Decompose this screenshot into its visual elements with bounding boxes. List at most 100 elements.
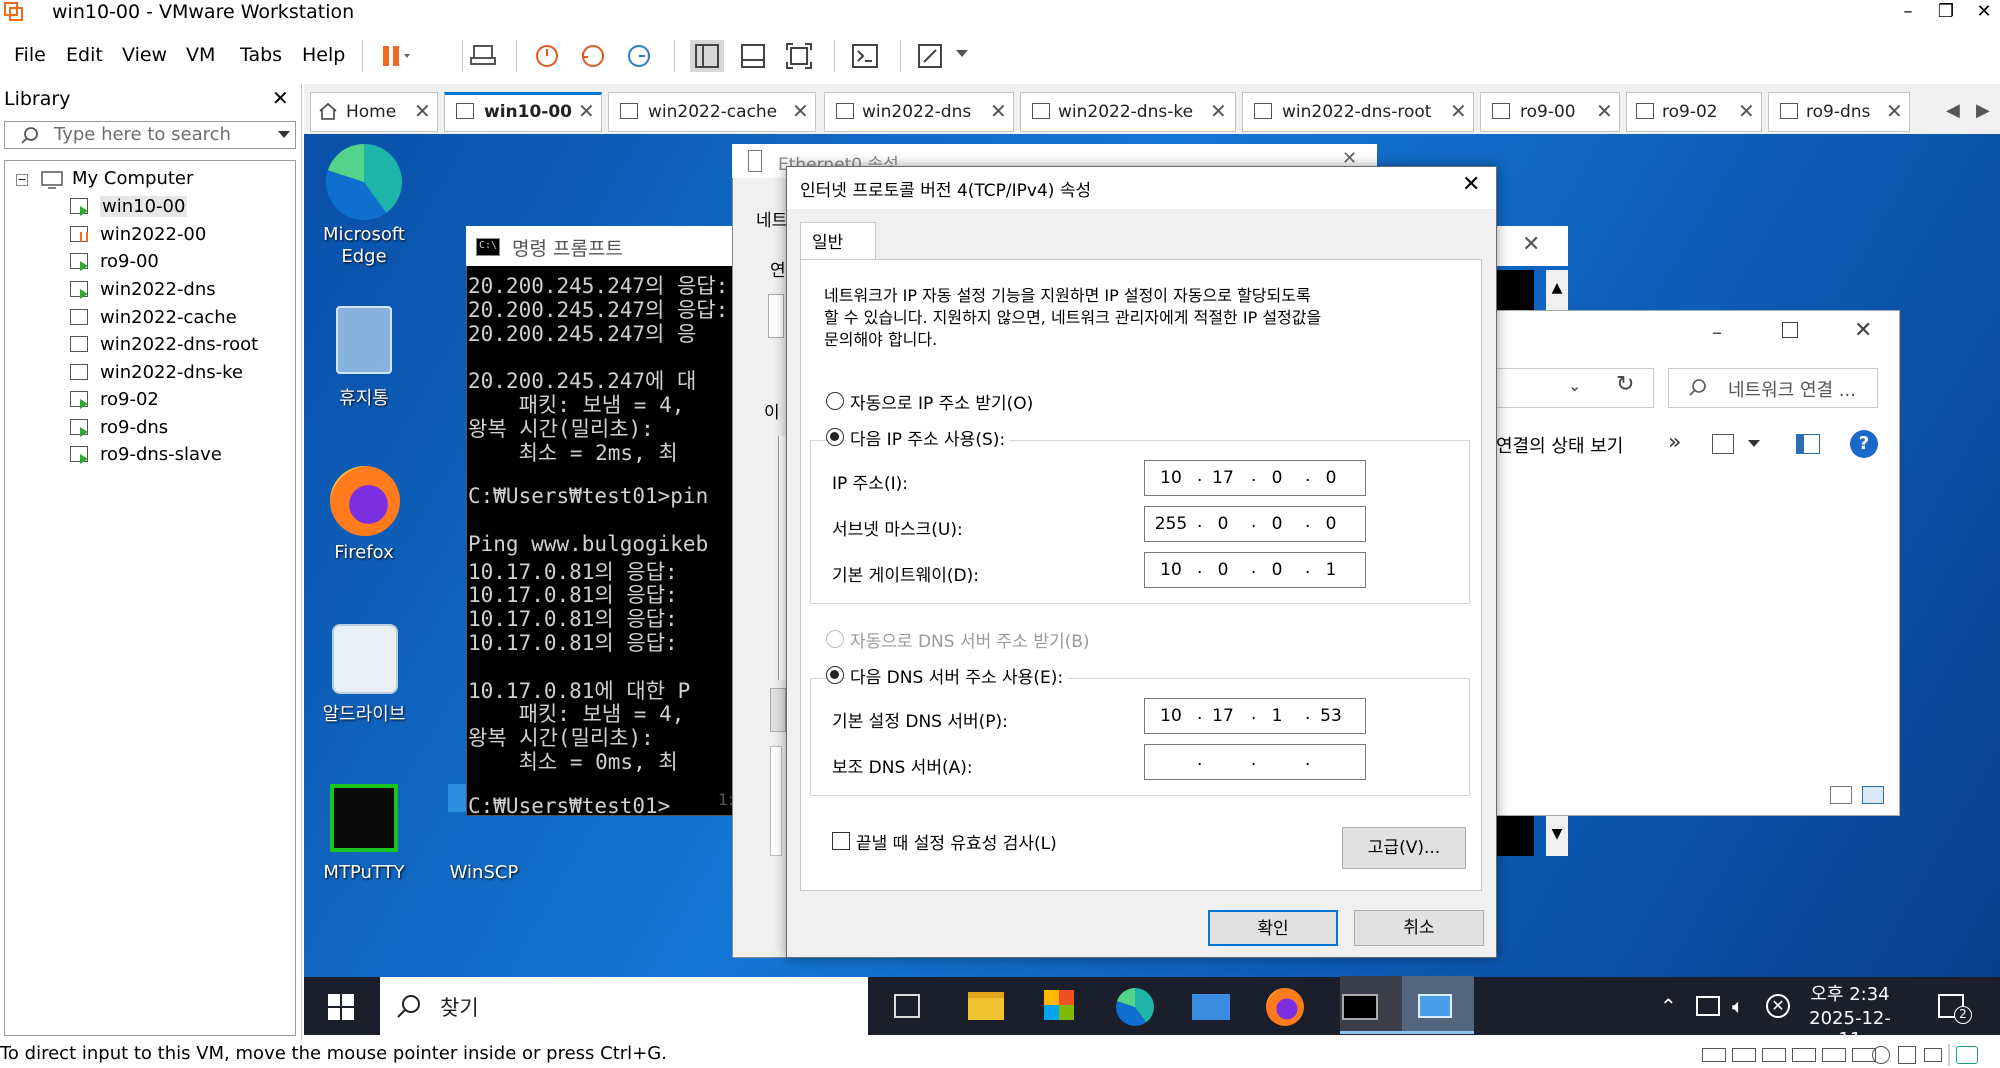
network-tray-icon[interactable] [1696, 996, 1720, 1016]
details-view-icon[interactable] [1830, 786, 1852, 804]
cmd-close-button[interactable]: ✕ [1522, 232, 1540, 257]
radio-auto-ip[interactable] [826, 392, 844, 410]
menu-view[interactable]: View [122, 44, 167, 66]
address-dropdown-icon[interactable]: ⌄ [1568, 376, 1581, 395]
explorer-maximize-button[interactable] [1782, 322, 1798, 338]
network-adapter-status-icon[interactable] [1792, 1048, 1816, 1062]
eth-tab-networking[interactable]: 네트 [756, 206, 787, 231]
tree-item-win2022-dns-root[interactable]: win2022-dns-root [100, 334, 258, 355]
mail-icon[interactable] [1192, 994, 1230, 1020]
tree-item-win2022-dns-ke[interactable]: win2022-dns-ke [100, 362, 243, 383]
explorer-close-button[interactable]: ✕ [1854, 318, 1872, 343]
winscp-icon[interactable] [448, 784, 468, 812]
menu-vm[interactable]: VM [186, 44, 215, 66]
dns2-field[interactable]: . . . [1144, 744, 1366, 780]
menu-help[interactable]: Help [302, 44, 345, 66]
radio-manual-dns[interactable] [826, 666, 844, 684]
full-screen-icon[interactable] [782, 40, 816, 72]
library-close-icon[interactable]: ✕ [272, 86, 289, 110]
volume-muted-icon[interactable]: 🔈︎ [1732, 994, 1744, 1018]
menu-edit[interactable]: Edit [66, 44, 103, 66]
gateway-field[interactable]: 10. 0. 0. 1 [1144, 552, 1366, 588]
eth-install-button[interactable] [770, 688, 786, 732]
subnet-mask-field[interactable]: 255. 0. 0. 0 [1144, 506, 1366, 542]
ip-address-field[interactable]: 10. 17. 0. 0 [1144, 460, 1366, 496]
menu-file[interactable]: File [14, 44, 46, 66]
revert-snapshot-icon[interactable] [576, 40, 610, 72]
validate-on-exit-checkbox[interactable] [832, 832, 850, 850]
ime-status-icon[interactable]: ✕ [1766, 994, 1790, 1018]
snapshot-manager-icon[interactable] [622, 40, 656, 72]
cmd-scroll-down-button[interactable]: ▼ [1546, 816, 1568, 856]
taskbar-time[interactable]: 오후 2:34 [1802, 980, 1898, 1006]
tree-item-ro9-00[interactable]: ro9-00 [100, 251, 159, 272]
refresh-icon[interactable]: ↻ [1616, 372, 1634, 397]
task-view-icon[interactable] [894, 994, 920, 1018]
show-hidden-icons[interactable]: ⌃ [1660, 994, 1677, 1018]
tree-root-my-computer[interactable]: My Computer [72, 168, 193, 189]
help-icon[interactable]: ? [1850, 430, 1878, 458]
display-icon[interactable] [1898, 1046, 1916, 1064]
tree-item-win2022-00[interactable]: win2022-00 [100, 224, 206, 245]
large-icons-view-icon[interactable] [1862, 786, 1884, 804]
recycle-bin-icon[interactable] [336, 306, 392, 374]
tab-close-icon[interactable]: ✕ [1210, 99, 1227, 123]
ipv4-close-button[interactable]: ✕ [1462, 172, 1480, 197]
printer-icon[interactable] [1872, 1046, 1890, 1064]
edge-icon[interactable] [326, 144, 402, 220]
aldrive-icon[interactable] [332, 624, 398, 694]
toolbar-more-icon[interactable]: » [1668, 430, 1681, 455]
preview-pane-icon[interactable] [1796, 434, 1820, 454]
tree-item-ro9-dns-slave[interactable]: ro9-dns-slave [100, 444, 222, 465]
firefox-taskbar-icon[interactable] [1266, 988, 1304, 1026]
tree-item-win10-00[interactable]: win10-00 [100, 196, 188, 217]
tree-item-ro9-dns[interactable]: ro9-dns [100, 417, 168, 438]
change-view-icon[interactable] [1712, 434, 1734, 454]
tree-item-win2022-cache[interactable]: win2022-cache [100, 307, 237, 328]
windows-start-icon[interactable] [328, 994, 354, 1020]
search-dropdown-icon[interactable] [278, 131, 290, 138]
tree-item-win2022-dns[interactable]: win2022-dns [100, 279, 216, 300]
view-connection-status-button[interactable]: 연결의 상태 보기 [1496, 432, 1623, 458]
message-log-icon[interactable] [1924, 1048, 1942, 1062]
menu-tabs[interactable]: Tabs [240, 44, 282, 66]
snapshot-icon[interactable] [530, 40, 564, 72]
console-view-icon[interactable] [848, 40, 882, 72]
tab-close-icon[interactable]: ✕ [578, 99, 595, 123]
radio-auto-dns[interactable] [826, 630, 844, 648]
file-explorer-icon[interactable] [968, 992, 1004, 1020]
advanced-button[interactable]: 고급(V)... [1342, 827, 1466, 869]
tab-scroll-right-icon[interactable]: ▶ [1976, 100, 1990, 121]
dns1-field[interactable]: 10. 17. 1. 53 [1144, 698, 1366, 734]
tree-collapse-icon[interactable]: − [16, 174, 28, 186]
mtputty-icon[interactable] [330, 784, 398, 852]
tab-close-icon[interactable]: ✕ [990, 99, 1007, 123]
explorer-minimize-button[interactable]: – [1712, 320, 1722, 344]
usb-icon[interactable] [1822, 1048, 1846, 1062]
tab-close-icon[interactable]: ✕ [1596, 99, 1613, 123]
tab-scroll-left-icon[interactable]: ◀ [1946, 100, 1960, 121]
show-library-icon[interactable] [690, 40, 724, 72]
edge-taskbar-icon[interactable] [1116, 988, 1154, 1026]
tab-close-icon[interactable]: ✕ [792, 99, 809, 123]
pause-icon[interactable] [376, 40, 410, 72]
ok-button[interactable]: 확인 [1208, 910, 1338, 946]
send-ctrl-alt-del-icon[interactable] [466, 40, 500, 72]
close-window-button[interactable]: ✕ [1962, 0, 2000, 26]
unity-icon[interactable] [1956, 1046, 1978, 1064]
tab-close-icon[interactable]: ✕ [414, 99, 431, 123]
hard-disk-icon[interactable] [1702, 1048, 1726, 1062]
cancel-button[interactable]: 취소 [1354, 910, 1484, 946]
tab-close-icon[interactable]: ✕ [1738, 99, 1755, 123]
tree-item-ro9-02[interactable]: ro9-02 [100, 389, 159, 410]
store-icon[interactable] [1044, 990, 1074, 1020]
tab-close-icon[interactable]: ✕ [1886, 99, 1903, 123]
hard-disk-icon[interactable] [1732, 1048, 1756, 1062]
view-dropdown-icon[interactable] [1748, 440, 1760, 447]
firefox-icon[interactable] [330, 466, 400, 536]
stretch-dropdown-icon[interactable] [956, 50, 968, 57]
cmd-scroll-up-button[interactable]: ▲ [1546, 270, 1568, 310]
tab-close-icon[interactable]: ✕ [1450, 99, 1467, 123]
radio-manual-ip[interactable] [826, 428, 844, 446]
stretch-guest-icon[interactable] [914, 40, 948, 72]
